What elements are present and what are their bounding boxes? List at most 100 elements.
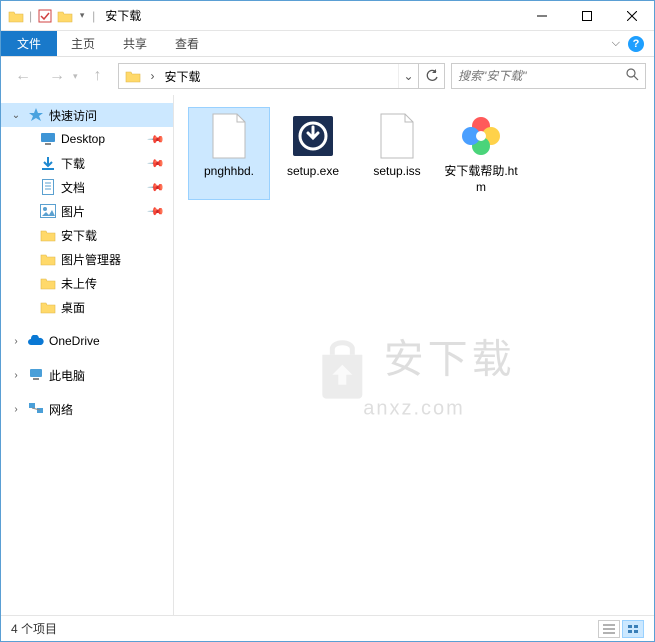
file-item[interactable]: setup.iss [356,107,438,200]
sidebar-item[interactable]: 图片 📌 [1,199,173,223]
documents-icon [39,178,57,196]
nav-row: ← → ▾ ↑ › 安下载 ⌄ [1,57,654,95]
sidebar-network[interactable]: › 网络 [1,397,173,421]
sidebar-item-label: 此电脑 [49,367,85,384]
sidebar-item[interactable]: Desktop 📌 [1,127,173,151]
folder-icon [7,5,25,27]
nav-forward-button[interactable]: → [43,62,71,90]
sidebar-item[interactable]: 文档 📌 [1,175,173,199]
sidebar-item-label: 图片 [61,203,85,220]
file-label: setup.exe [287,164,339,180]
sidebar-quick-access[interactable]: ⌄ 快速访问 [1,103,173,127]
sidebar-item[interactable]: 下载 📌 [1,151,173,175]
properties-checkbox-icon[interactable] [36,5,54,27]
chevron-down-icon[interactable]: ⌄ [9,110,23,121]
sidebar-item-label: 快速访问 [49,107,97,124]
help-icon[interactable]: ? [628,36,644,52]
nav-back-button[interactable]: ← [9,62,37,90]
sidebar-item-label: 文档 [61,179,85,196]
close-button[interactable] [609,1,654,30]
file-item[interactable]: pnghhbd. [188,107,270,200]
tab-view[interactable]: 查看 [161,31,213,56]
network-icon [27,400,45,418]
sidebar-item-label: 网络 [49,401,73,418]
nav-history-dropdown[interactable]: ▾ [73,71,78,82]
file-label: 安下载帮助.htm [443,164,519,195]
ribbon-tabs: 文件 主页 共享 查看 ⌵ ? [1,31,654,57]
status-item-count: 4 个项目 [11,620,57,637]
downloads-icon [39,154,57,172]
tab-home[interactable]: 主页 [57,31,109,56]
pin-icon: 📌 [147,202,166,221]
file-icon [457,112,505,160]
search-icon[interactable] [626,68,639,84]
quick-access-toolbar: | ▾ | [7,5,97,27]
folder-icon [39,226,57,244]
expand-ribbon-icon[interactable]: ⌵ [612,37,620,50]
navigation-pane: ⌄ 快速访问 Desktop 📌 下载 📌 文档 📌 图片 📌 安下载图片管理器未上传桌面 › … [1,95,174,615]
minimize-button[interactable] [519,1,564,30]
chevron-right-icon[interactable]: › [9,370,23,381]
search-box[interactable] [451,63,646,89]
file-item[interactable]: 安下载帮助.htm [440,107,522,200]
sidebar-item[interactable]: 未上传 [1,271,173,295]
star-icon [27,106,45,124]
breadcrumb-current[interactable]: 安下载 [159,64,207,88]
sidebar-item-label: Desktop [61,132,105,146]
pin-icon: 📌 [147,178,166,197]
separator: | [92,9,95,23]
bag-icon [312,337,372,402]
search-input[interactable] [458,69,626,83]
cloud-icon [27,332,45,350]
file-icon [373,112,421,160]
folder-icon [39,250,57,268]
folder-icon [39,274,57,292]
sidebar-item[interactable]: 安下载 [1,223,173,247]
file-icon [289,112,337,160]
sidebar-item[interactable]: 桌面 [1,295,173,319]
file-icon [205,112,253,160]
nav-up-button[interactable]: ↑ [84,62,112,90]
separator: | [29,9,32,23]
sidebar-item[interactable]: 图片管理器 [1,247,173,271]
sidebar-onedrive[interactable]: › OneDrive [1,329,173,353]
maximize-button[interactable] [564,1,609,30]
view-details-button[interactable] [598,620,620,638]
sidebar-item-label: 桌面 [61,299,85,316]
status-bar: 4 个项目 [1,615,654,641]
tab-share[interactable]: 共享 [109,31,161,56]
watermark: 安下载 anxz.com [312,327,515,421]
file-label: setup.iss [373,164,420,180]
watermark-text: 安下载 [384,338,516,382]
folder-icon [39,298,57,316]
watermark-url: anxz.com [312,398,515,421]
sidebar-item-label: 安下载 [61,227,97,244]
file-pane[interactable]: pnghhbd. setup.exe setup.iss 安下载帮助.htm 安下载 … [174,95,654,615]
sidebar-thispc[interactable]: › 此电脑 [1,363,173,387]
pin-icon: 📌 [147,130,166,149]
pictures-icon [39,202,57,220]
chevron-right-icon[interactable]: › [9,336,23,347]
desktop-icon [39,130,57,148]
view-icons-button[interactable] [622,620,644,638]
file-item[interactable]: setup.exe [272,107,354,200]
folder-icon [56,5,74,27]
sidebar-item-label: 图片管理器 [61,251,121,268]
sidebar-item-label: OneDrive [49,334,100,348]
sidebar-item-label: 未上传 [61,275,97,292]
sidebar-item-label: 下载 [61,155,85,172]
computer-icon [27,366,45,384]
chevron-right-icon[interactable]: › [9,404,23,415]
window-controls [519,1,654,30]
pin-icon: 📌 [147,154,166,173]
tab-file[interactable]: 文件 [1,31,57,56]
body: ⌄ 快速访问 Desktop📌下载📌文档📌图片📌安下载图片管理器未上传桌面 › … [1,95,654,615]
titlebar: | ▾ | 安下载 [1,1,654,31]
refresh-button[interactable] [418,64,444,88]
address-dropdown-icon[interactable]: ⌄ [398,64,418,88]
breadcrumb-chevron-icon[interactable]: › [147,64,159,88]
explorer-window: | ▾ | 安下载 文件 主页 共享 查看 ⌵ ? ← → ▾ [0,0,655,642]
address-folder-icon[interactable] [119,64,147,88]
qat-dropdown-icon[interactable]: ▾ [76,5,88,27]
address-bar[interactable]: › 安下载 ⌄ [118,63,445,89]
